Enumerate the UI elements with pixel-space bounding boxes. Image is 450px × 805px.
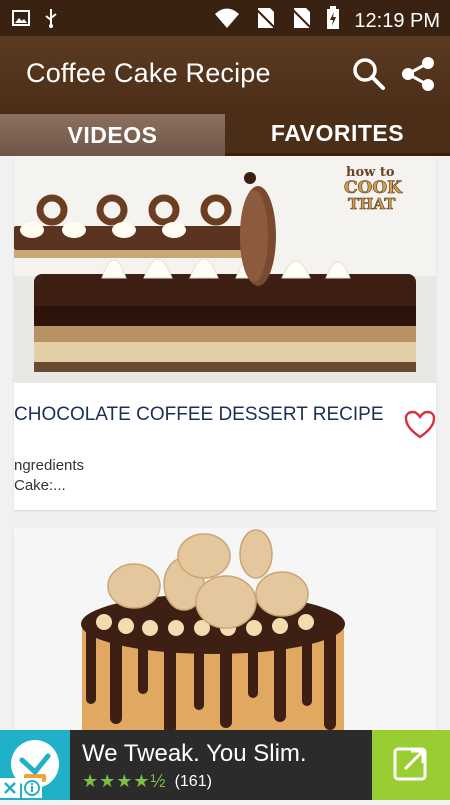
image-icon (12, 9, 30, 32)
ad-banner[interactable]: We Tweak. You Slim. ★★★★½ (161) (0, 730, 450, 800)
video-thumbnail[interactable]: how to COOK THAT (14, 156, 436, 383)
ad-close-icon[interactable] (0, 778, 20, 803)
ad-info-icon[interactable] (22, 778, 42, 803)
heart-outline-icon[interactable] (404, 410, 436, 445)
wifi-icon (214, 7, 240, 34)
tab-favorites[interactable]: FAVORITES (225, 114, 450, 156)
svg-text:THAT: THAT (348, 195, 396, 213)
rating-stars: ★★★★½ (82, 771, 167, 791)
video-thumbnail[interactable] (14, 528, 436, 730)
search-icon[interactable] (352, 57, 386, 96)
app-title: Coffee Cake Recipe (26, 58, 271, 88)
share-icon[interactable] (400, 56, 436, 97)
battery-charging-icon (326, 6, 340, 35)
ad-headline[interactable]: We Tweak. You Slim. (82, 740, 307, 768)
card-title[interactable]: CHOCOLATE COFFEE DESSERT RECIPE (14, 402, 394, 428)
open-external-icon[interactable] (391, 743, 431, 788)
list-item[interactable] (14, 528, 436, 730)
card-description: ngredients Cake:... (14, 457, 85, 494)
video-list[interactable]: how to COOK THAT CHOCOLATE COFFEE DESSER… (0, 156, 450, 730)
no-sim-icon (290, 6, 313, 35)
tab-bar: VIDEOS FAVORITES (0, 114, 450, 156)
app-bar: Coffee Cake Recipe (0, 36, 450, 114)
usb-icon (44, 8, 58, 33)
ad-open-button[interactable] (372, 730, 450, 800)
status-bar: 12:19 PM (0, 0, 450, 36)
no-sim-icon (254, 6, 277, 35)
tab-videos[interactable]: VIDEOS (0, 114, 225, 156)
list-item[interactable]: how to COOK THAT CHOCOLATE COFFEE DESSER… (14, 156, 436, 510)
rating-count: (161) (174, 772, 212, 790)
status-time: 12:19 PM (354, 9, 440, 32)
